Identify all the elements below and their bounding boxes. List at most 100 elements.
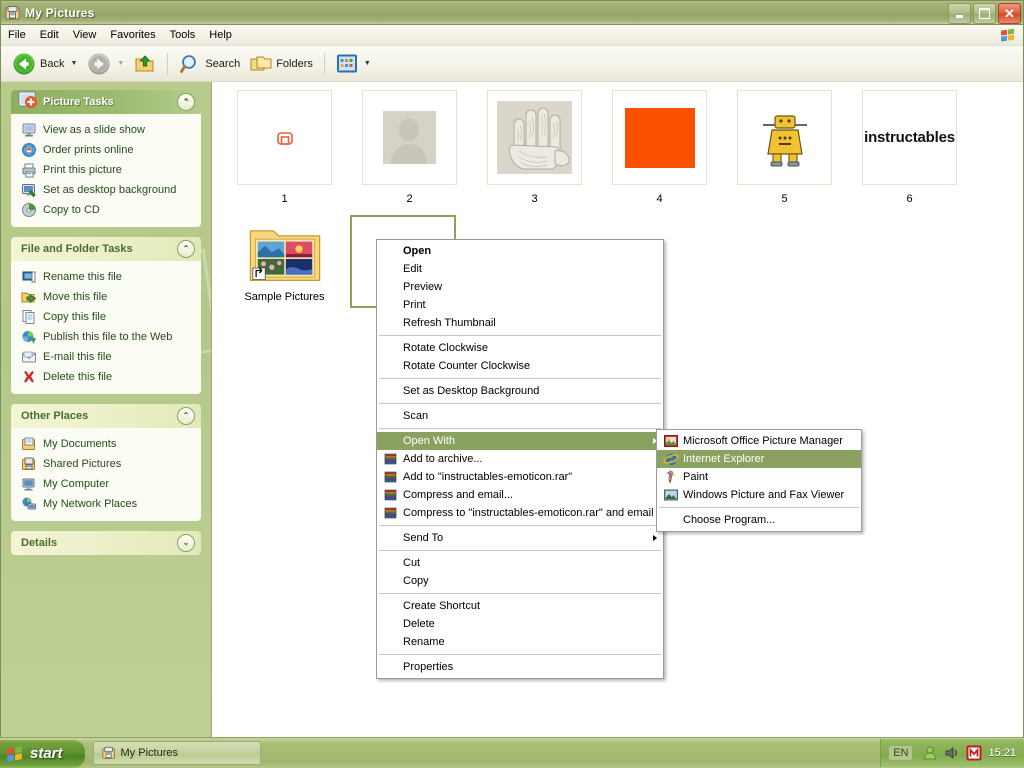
thumbnail-item-6[interactable]: instructables 6 xyxy=(847,90,972,205)
submenu-item-internet-explorer[interactable]: Internet Explorer xyxy=(657,450,861,468)
ctx-copy[interactable]: Copy xyxy=(377,572,663,590)
ctx-rotate-counter-clockwise[interactable]: Rotate Counter Clockwise xyxy=(377,357,663,375)
menu-edit[interactable]: Edit xyxy=(33,27,66,43)
menu-tools[interactable]: Tools xyxy=(163,27,203,43)
task-view-slideshow[interactable]: View as a slide show xyxy=(11,120,201,140)
submenu-item-picture-and-fax-viewer[interactable]: Windows Picture and Fax Viewer xyxy=(657,486,861,504)
task-delete-file[interactable]: Delete this file xyxy=(11,367,201,387)
task-copy-to-cd[interactable]: Copy to CD xyxy=(11,200,201,220)
thumbnail-item-4[interactable]: 4 xyxy=(597,90,722,205)
mcafee-icon[interactable] xyxy=(966,745,982,761)
back-button[interactable]: Back ▼ xyxy=(7,49,82,79)
move-icon xyxy=(21,292,37,303)
thumbnail-item-1[interactable]: 1 xyxy=(222,90,347,205)
place-my-computer[interactable]: My Computer xyxy=(11,474,201,494)
my-documents-icon xyxy=(22,437,35,450)
copy-icon xyxy=(22,310,35,324)
context-menu[interactable]: Open Edit Preview Print Refresh Thumbnai… xyxy=(376,239,664,679)
ctx-compress-to-named-and-email[interactable]: Compress to "instructables-emoticon.rar"… xyxy=(377,504,663,522)
winrar-icon xyxy=(384,471,397,483)
task-label: Order prints online xyxy=(43,144,134,156)
task-label: Delete this file xyxy=(43,371,113,383)
file-item-sample-pictures[interactable]: Sample Pictures xyxy=(222,221,347,303)
menu-view[interactable]: View xyxy=(66,27,104,43)
task-email-file[interactable]: E-mail this file xyxy=(11,347,201,367)
clock[interactable]: 15:21 xyxy=(988,747,1016,759)
chevron-up-icon[interactable]: ⌃ xyxy=(177,240,195,258)
window-controls: ✕ xyxy=(948,3,1021,24)
ctx-preview[interactable]: Preview xyxy=(377,278,663,296)
panel-header-file-folder-tasks[interactable]: File and Folder Tasks ⌃ xyxy=(11,237,201,261)
ctx-open-with[interactable]: Open With xyxy=(377,432,663,450)
panel-header-details[interactable]: Details ⌄ xyxy=(11,531,201,555)
place-network-places[interactable]: My Network Places xyxy=(11,494,201,514)
maximize-button[interactable] xyxy=(973,3,996,24)
panel-header-other-places[interactable]: Other Places ⌃ xyxy=(11,404,201,428)
close-button[interactable]: ✕ xyxy=(998,3,1021,24)
winrar-icon xyxy=(384,489,397,501)
thumbnail-item-2[interactable]: 2 xyxy=(347,90,472,205)
ctx-print[interactable]: Print xyxy=(377,296,663,314)
close-icon: ✕ xyxy=(1004,6,1015,21)
ctx-add-to-named-archive[interactable]: Add to "instructables-emoticon.rar" xyxy=(377,468,663,486)
ctx-cut[interactable]: Cut xyxy=(377,554,663,572)
back-dropdown-caret-icon[interactable]: ▼ xyxy=(70,60,77,67)
submenu-item-choose-program[interactable]: Choose Program... xyxy=(657,511,861,529)
submenu-item-office-picture-manager[interactable]: Microsoft Office Picture Manager xyxy=(657,432,861,450)
ctx-create-shortcut[interactable]: Create Shortcut xyxy=(377,597,663,615)
winrar-icon xyxy=(384,453,397,465)
task-copy-file[interactable]: Copy this file xyxy=(11,307,201,327)
submenu-item-paint[interactable]: Paint xyxy=(657,468,861,486)
up-button[interactable] xyxy=(129,50,161,78)
menu-file[interactable]: File xyxy=(1,27,33,43)
task-publish-web[interactable]: Publish this file to the Web xyxy=(11,327,201,347)
yellow-robot-icon xyxy=(762,114,807,166)
forward-dropdown-caret-icon: ▼ xyxy=(117,60,125,67)
ctx-refresh-thumbnail[interactable]: Refresh Thumbnail xyxy=(377,314,663,332)
ctx-properties[interactable]: Properties xyxy=(377,658,663,676)
task-print-picture[interactable]: Print this picture xyxy=(11,160,201,180)
chevron-up-icon[interactable]: ⌃ xyxy=(177,93,195,111)
place-shared-pictures[interactable]: Shared Pictures xyxy=(11,454,201,474)
ctx-open[interactable]: Open xyxy=(377,242,663,260)
my-pictures-folder-icon xyxy=(5,5,20,19)
search-button[interactable]: Search xyxy=(174,50,245,78)
ctx-delete[interactable]: Delete xyxy=(377,615,663,633)
title-bar[interactable]: My Pictures ✕ xyxy=(1,1,1023,25)
task-order-prints[interactable]: Order prints online xyxy=(11,140,201,160)
ctx-add-to-archive[interactable]: Add to archive... xyxy=(377,450,663,468)
minimize-button[interactable] xyxy=(948,3,971,24)
forward-button[interactable]: ▼ xyxy=(82,49,129,79)
ctx-set-as-desktop-background[interactable]: Set as Desktop Background xyxy=(377,382,663,400)
volume-icon[interactable] xyxy=(944,745,960,761)
language-indicator[interactable]: EN xyxy=(889,746,913,760)
thumbnail-item-3[interactable]: 3 xyxy=(472,90,597,205)
task-label: E-mail this file xyxy=(43,351,112,363)
chevron-down-icon[interactable]: ⌄ xyxy=(177,534,195,552)
ctx-rotate-clockwise[interactable]: Rotate Clockwise xyxy=(377,339,663,357)
forward-arrow-icon xyxy=(88,53,110,74)
folders-button[interactable]: Folders xyxy=(245,50,318,78)
open-with-submenu[interactable]: Microsoft Office Picture Manager Interne… xyxy=(656,429,862,532)
panel-header-picture-tasks[interactable]: Picture Tasks ⌃ xyxy=(11,90,201,114)
file-list-pane[interactable]: 1 2 3 4 5 instructables 6 Sample Picture… xyxy=(211,82,1023,739)
views-dropdown-caret-icon[interactable]: ▼ xyxy=(364,60,371,67)
user-account-icon[interactable] xyxy=(922,745,938,761)
views-button[interactable]: ▼ xyxy=(331,51,376,77)
task-set-desktop-background[interactable]: Set as desktop background xyxy=(11,180,201,200)
place-my-documents[interactable]: My Documents xyxy=(11,434,201,454)
chevron-up-icon[interactable]: ⌃ xyxy=(177,407,195,425)
ctx-send-to[interactable]: Send To xyxy=(377,529,663,547)
ctx-compress-and-email[interactable]: Compress and email... xyxy=(377,486,663,504)
thumbnail-item-5[interactable]: 5 xyxy=(722,90,847,205)
ctx-rename[interactable]: Rename xyxy=(377,633,663,651)
menu-help[interactable]: Help xyxy=(202,27,239,43)
ctx-edit[interactable]: Edit xyxy=(377,260,663,278)
ctx-scan[interactable]: Scan xyxy=(377,407,663,425)
menu-favorites[interactable]: Favorites xyxy=(103,27,162,43)
taskbar-button-my-pictures[interactable]: My Pictures xyxy=(92,741,261,765)
start-button[interactable]: start xyxy=(0,739,85,768)
task-move-file[interactable]: Move this file xyxy=(11,287,201,307)
task-rename-file[interactable]: Rename this file xyxy=(11,267,201,287)
task-label: Set as desktop background xyxy=(43,184,177,196)
